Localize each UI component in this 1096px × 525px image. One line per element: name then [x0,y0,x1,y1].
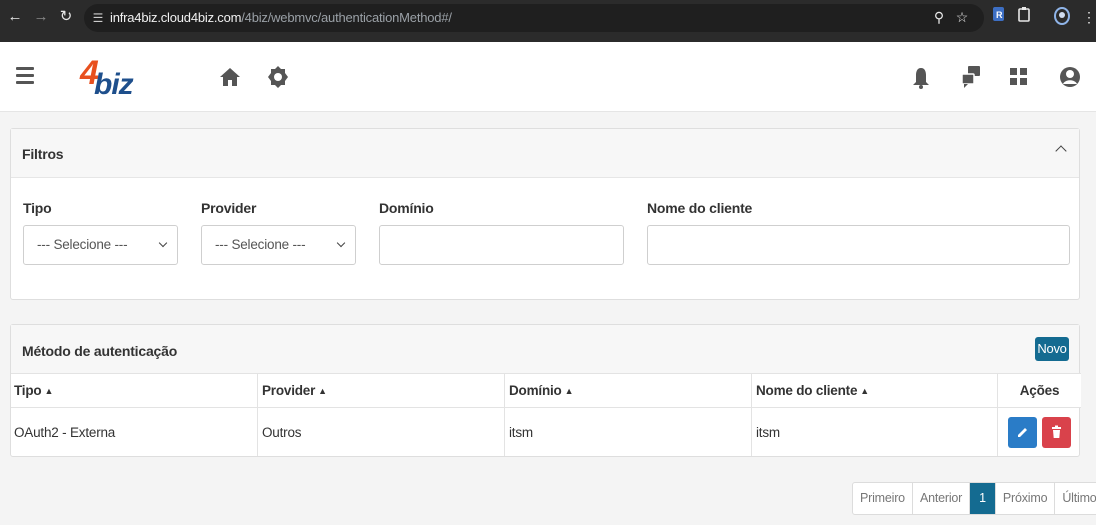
col-header-cliente-label: Nome do cliente [756,383,858,398]
filters-header[interactable]: Filtros [11,129,1079,178]
apps-grid-icon[interactable] [1008,66,1032,90]
dominio-label: Domínio [379,200,434,216]
col-header-provider-label: Provider [262,383,316,398]
sort-icon: ▲︎ [318,386,327,396]
cell-provider: Outros [258,408,505,456]
pencil-icon [1018,428,1027,437]
table-row[interactable]: OAuth2 - Externa Outros itsm itsm [11,408,1081,456]
edit-button[interactable] [1008,417,1037,448]
back-icon[interactable]: ← [4,6,26,28]
table-header-row: Tipo ▲︎ Provider ▲︎ Domínio ▲ Nome do clien… [11,373,1081,408]
home-icon[interactable] [218,65,242,89]
address-bar[interactable]: ☰ infra4biz.cloud4biz.com/4biz/webmvc/au… [84,4,984,32]
extension-icon[interactable]: R [988,6,1010,28]
app-header: 4 biz [0,42,1096,112]
tipo-select-value: --- Selecione --- [37,237,128,252]
cell-acoes [998,408,1081,456]
cell-dominio: itsm [505,408,752,456]
col-header-cliente[interactable]: Nome do cliente ▲︎ [752,374,998,407]
tipo-label: Tipo [23,200,52,216]
pagination-previous[interactable]: Anterior [913,483,971,514]
pagination-first[interactable]: Primeiro [853,483,913,514]
sort-asc-icon: ▲ [564,386,574,396]
reload-icon[interactable]: ↻ [55,6,77,28]
chat-icon[interactable] [959,64,983,88]
profile-avatar-icon[interactable] [1051,6,1073,28]
provider-select-value: --- Selecione --- [215,237,306,252]
user-profile-icon[interactable] [1058,65,1082,89]
sort-icon: ▲︎ [860,386,869,396]
new-button[interactable]: Novo [1035,337,1069,361]
zoom-icon[interactable]: ⚲ [928,6,950,28]
browser-menu-icon[interactable]: ⋮ [1078,6,1096,28]
col-header-provider[interactable]: Provider ▲︎ [258,374,505,407]
site-info-icon[interactable]: ☰ [90,10,106,26]
provider-select[interactable]: --- Selecione --- [201,225,356,265]
auth-methods-title: Método de autenticação [22,343,178,359]
chevron-down-icon [158,238,168,248]
col-header-tipo-label: Tipo [14,383,42,398]
url-text: infra4biz.cloud4biz.com/4biz/webmvc/auth… [110,10,452,25]
bookmark-star-icon[interactable]: ☆ [951,6,973,28]
delete-button[interactable] [1042,417,1071,448]
app-logo[interactable]: 4 biz [80,54,142,104]
auth-methods-panel: Método de autenticação Novo Tipo ▲︎ Provi… [10,324,1081,457]
filters-panel: Filtros Tipo --- Selecione --- Provider … [10,128,1080,300]
settings-gear-icon[interactable] [266,64,290,88]
forward-icon[interactable]: → [30,6,52,28]
auth-methods-header: Método de autenticação Novo [11,325,1079,373]
sort-icon: ▲︎ [44,386,54,396]
extensions-puzzle-icon[interactable] [1013,6,1035,28]
notification-bell-icon[interactable] [910,66,934,90]
browser-toolbar: ← → ↻ ☰ infra4biz.cloud4biz.com/4biz/web… [0,0,1096,42]
col-header-tipo[interactable]: Tipo ▲︎ [11,374,258,407]
logo-text: biz [94,68,134,101]
col-header-dominio[interactable]: Domínio ▲ [505,374,752,407]
trash-icon [1052,425,1061,438]
filters-title: Filtros [22,146,64,162]
pagination-next[interactable]: Próximo [996,483,1056,514]
dominio-input[interactable] [379,225,624,265]
hamburger-menu-icon[interactable] [16,67,34,85]
cliente-label: Nome do cliente [647,200,753,216]
cell-tipo: OAuth2 - Externa [11,408,258,456]
pagination-current-page[interactable]: 1 [970,483,996,514]
cliente-input[interactable] [647,225,1070,265]
pagination: Primeiro Anterior 1 Próximo Último [852,482,1096,515]
chevron-down-icon [336,238,346,248]
provider-label: Provider [201,200,257,216]
svg-text:R: R [996,10,1003,20]
url-path: /4biz/webmvc/authenticationMethod#/ [241,10,452,25]
collapse-chevron-icon[interactable] [1055,145,1067,157]
url-host: infra4biz.cloud4biz.com [110,10,242,25]
col-header-dominio-label: Domínio [509,383,562,398]
cell-cliente: itsm [752,408,998,456]
tipo-select[interactable]: --- Selecione --- [23,225,178,265]
pagination-last[interactable]: Último [1055,483,1096,514]
col-header-acoes: Ações [1019,383,1060,398]
